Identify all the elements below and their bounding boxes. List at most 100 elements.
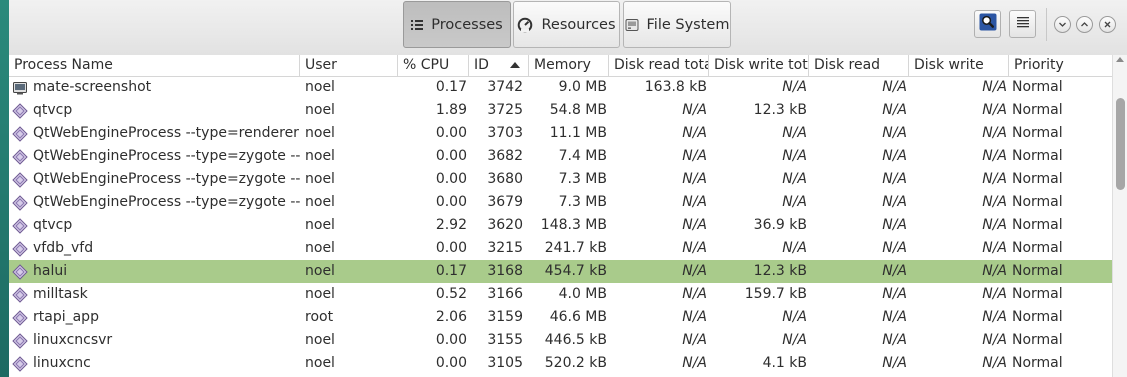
cell-disk-read: N/A xyxy=(882,263,907,279)
cell-id: 3620 xyxy=(487,217,523,233)
column-header-disk-read-total[interactable]: Disk read total xyxy=(609,55,709,76)
process-icon xyxy=(12,125,28,142)
cell-memory: 54.8 MB xyxy=(549,102,607,118)
process-name-cell: QtWebEngineProcess --type=zygote --ap xyxy=(12,168,300,191)
cell-disk-write: N/A xyxy=(982,194,1007,210)
cell-disk-write: N/A xyxy=(982,102,1007,118)
process-icon xyxy=(12,102,28,119)
column-header-disk-write[interactable]: Disk write xyxy=(909,55,1009,76)
close-button[interactable] xyxy=(1099,16,1116,33)
process-name-cell: linuxcncsvr xyxy=(12,329,300,352)
tab-resources[interactable]: Resources xyxy=(513,1,620,48)
cell-id: 3155 xyxy=(487,332,523,348)
process-icon xyxy=(12,148,28,165)
process-name-cell: qtvcp xyxy=(12,214,300,237)
cell-cpu: 1.89 xyxy=(435,102,467,118)
column-header-id-label: ID xyxy=(474,57,489,73)
cell-disk-read: N/A xyxy=(882,148,907,164)
column-header-disk-write-total[interactable]: Disk write total xyxy=(709,55,809,76)
column-header-disk-read[interactable]: Disk read xyxy=(809,55,909,76)
cell-disk-write: N/A xyxy=(982,171,1007,187)
process-icon xyxy=(12,286,28,303)
process-icon xyxy=(12,194,28,211)
column-header-memory[interactable]: Memory xyxy=(529,55,609,76)
table-row[interactable]: qtvcp noel 2.92 3620 148.3 MB N/A 36.9 kB N/A N/… xyxy=(9,214,1112,237)
system-monitor-window: Processes Resources File System Process … xyxy=(9,0,1127,377)
table-row[interactable]: milltask noel 0.52 3166 4.0 MB N/A 159.7 kB N/A… xyxy=(9,283,1112,306)
cell-cpu: 0.17 xyxy=(435,79,467,95)
table-row[interactable]: QtWebEngineProcess --type=renderer -- noe… xyxy=(9,122,1112,145)
process-name: linuxcncsvr xyxy=(33,332,113,348)
cell-disk-write-total: 4.1 kB xyxy=(762,355,807,371)
cell-memory: 446.5 kB xyxy=(544,332,607,348)
cell-user: noel xyxy=(305,355,335,371)
maximize-icon xyxy=(1080,17,1089,33)
table-row[interactable]: rtapi_app root 2.06 3159 46.6 MB N/A N/A N/A N/A… xyxy=(9,306,1112,329)
desktop-edge xyxy=(0,0,9,377)
drive-icon xyxy=(625,18,639,32)
cell-disk-read-total: N/A xyxy=(682,309,707,325)
cell-id: 3168 xyxy=(487,263,523,279)
tab-file-system[interactable]: File System xyxy=(623,1,731,48)
cell-disk-write: N/A xyxy=(982,355,1007,371)
maximize-button[interactable] xyxy=(1076,16,1093,33)
search-button[interactable] xyxy=(974,10,1001,38)
cell-disk-write-total: N/A xyxy=(782,309,807,325)
column-header-cpu[interactable]: % CPU xyxy=(398,55,469,76)
cell-cpu: 2.92 xyxy=(435,217,467,233)
process-name: rtapi_app xyxy=(33,309,99,325)
cell-user: noel xyxy=(305,240,335,256)
process-name-cell: QtWebEngineProcess --type=zygote --ap xyxy=(12,145,300,168)
column-header-user[interactable]: User xyxy=(300,55,398,76)
cell-cpu: 0.00 xyxy=(435,148,467,164)
cell-disk-read: N/A xyxy=(882,102,907,118)
scroll-up-arrow-icon[interactable] xyxy=(1116,57,1124,62)
minimize-button[interactable] xyxy=(1054,16,1071,33)
table-row[interactable]: halui noel 0.17 3168 454.7 kB N/A 12.3 kB N/A N/… xyxy=(9,260,1112,283)
table-row[interactable]: qtvcp noel 1.89 3725 54.8 MB N/A 12.3 kB N/A N/A… xyxy=(9,99,1112,122)
vertical-scrollbar[interactable] xyxy=(1112,55,1127,377)
cell-priority: Normal xyxy=(1012,240,1063,256)
cell-id: 3725 xyxy=(487,102,523,118)
cell-disk-write: N/A xyxy=(982,263,1007,279)
process-name-cell: qtvcp xyxy=(12,99,300,122)
minimize-icon xyxy=(1058,17,1067,33)
scrollbar-thumb[interactable] xyxy=(1116,98,1125,190)
process-name-cell: milltask xyxy=(12,283,300,306)
process-name-cell: QtWebEngineProcess --type=zygote --no xyxy=(12,191,300,214)
menu-button[interactable] xyxy=(1009,10,1036,38)
cell-disk-write: N/A xyxy=(982,332,1007,348)
table-row[interactable]: mate-screenshot noel 0.17 3742 9.0 MB 163.8 k… xyxy=(9,76,1112,99)
table-row[interactable]: QtWebEngineProcess --type=zygote --ap noe… xyxy=(9,168,1112,191)
column-header-process-name[interactable]: Process Name xyxy=(9,55,300,76)
process-name: halui xyxy=(33,263,68,279)
cell-disk-read-total: N/A xyxy=(682,125,707,141)
table-row[interactable]: vfdb_vfd noel 0.00 3215 241.7 kB N/A N/A N/A N/A… xyxy=(9,237,1112,260)
cell-disk-write-total: N/A xyxy=(782,240,807,256)
cell-disk-read: N/A xyxy=(882,171,907,187)
cell-priority: Normal xyxy=(1012,171,1063,187)
close-icon xyxy=(1103,17,1112,33)
table-row[interactable]: QtWebEngineProcess --type=zygote --no noe… xyxy=(9,191,1112,214)
cell-disk-write-total: N/A xyxy=(782,148,807,164)
cell-id: 3703 xyxy=(487,125,523,141)
table-row[interactable]: QtWebEngineProcess --type=zygote --ap noe… xyxy=(9,145,1112,168)
cell-priority: Normal xyxy=(1012,309,1063,325)
cell-user: noel xyxy=(305,148,335,164)
cell-cpu: 0.52 xyxy=(435,286,467,302)
column-header-id[interactable]: ID xyxy=(469,55,529,76)
cell-priority: Normal xyxy=(1012,286,1063,302)
cell-disk-write: N/A xyxy=(982,217,1007,233)
cell-memory: 4.0 MB xyxy=(558,286,607,302)
process-icon xyxy=(12,332,28,349)
table-row[interactable]: linuxcncsvr noel 0.00 3155 446.5 kB N/A N/A N/A… xyxy=(9,329,1112,352)
table-row[interactable]: linuxcnc noel 0.00 3105 520.2 kB N/A 4.1 kB N/A… xyxy=(9,352,1112,375)
tab-processes-label: Processes xyxy=(431,16,503,33)
hamburger-icon xyxy=(1016,16,1030,32)
cell-disk-write-total: N/A xyxy=(782,194,807,210)
cell-memory: 9.0 MB xyxy=(558,79,607,95)
cell-cpu: 0.00 xyxy=(435,171,467,187)
tab-processes[interactable]: Processes xyxy=(403,1,511,48)
column-header-priority[interactable]: Priority xyxy=(1009,55,1112,76)
cell-user: noel xyxy=(305,171,335,187)
